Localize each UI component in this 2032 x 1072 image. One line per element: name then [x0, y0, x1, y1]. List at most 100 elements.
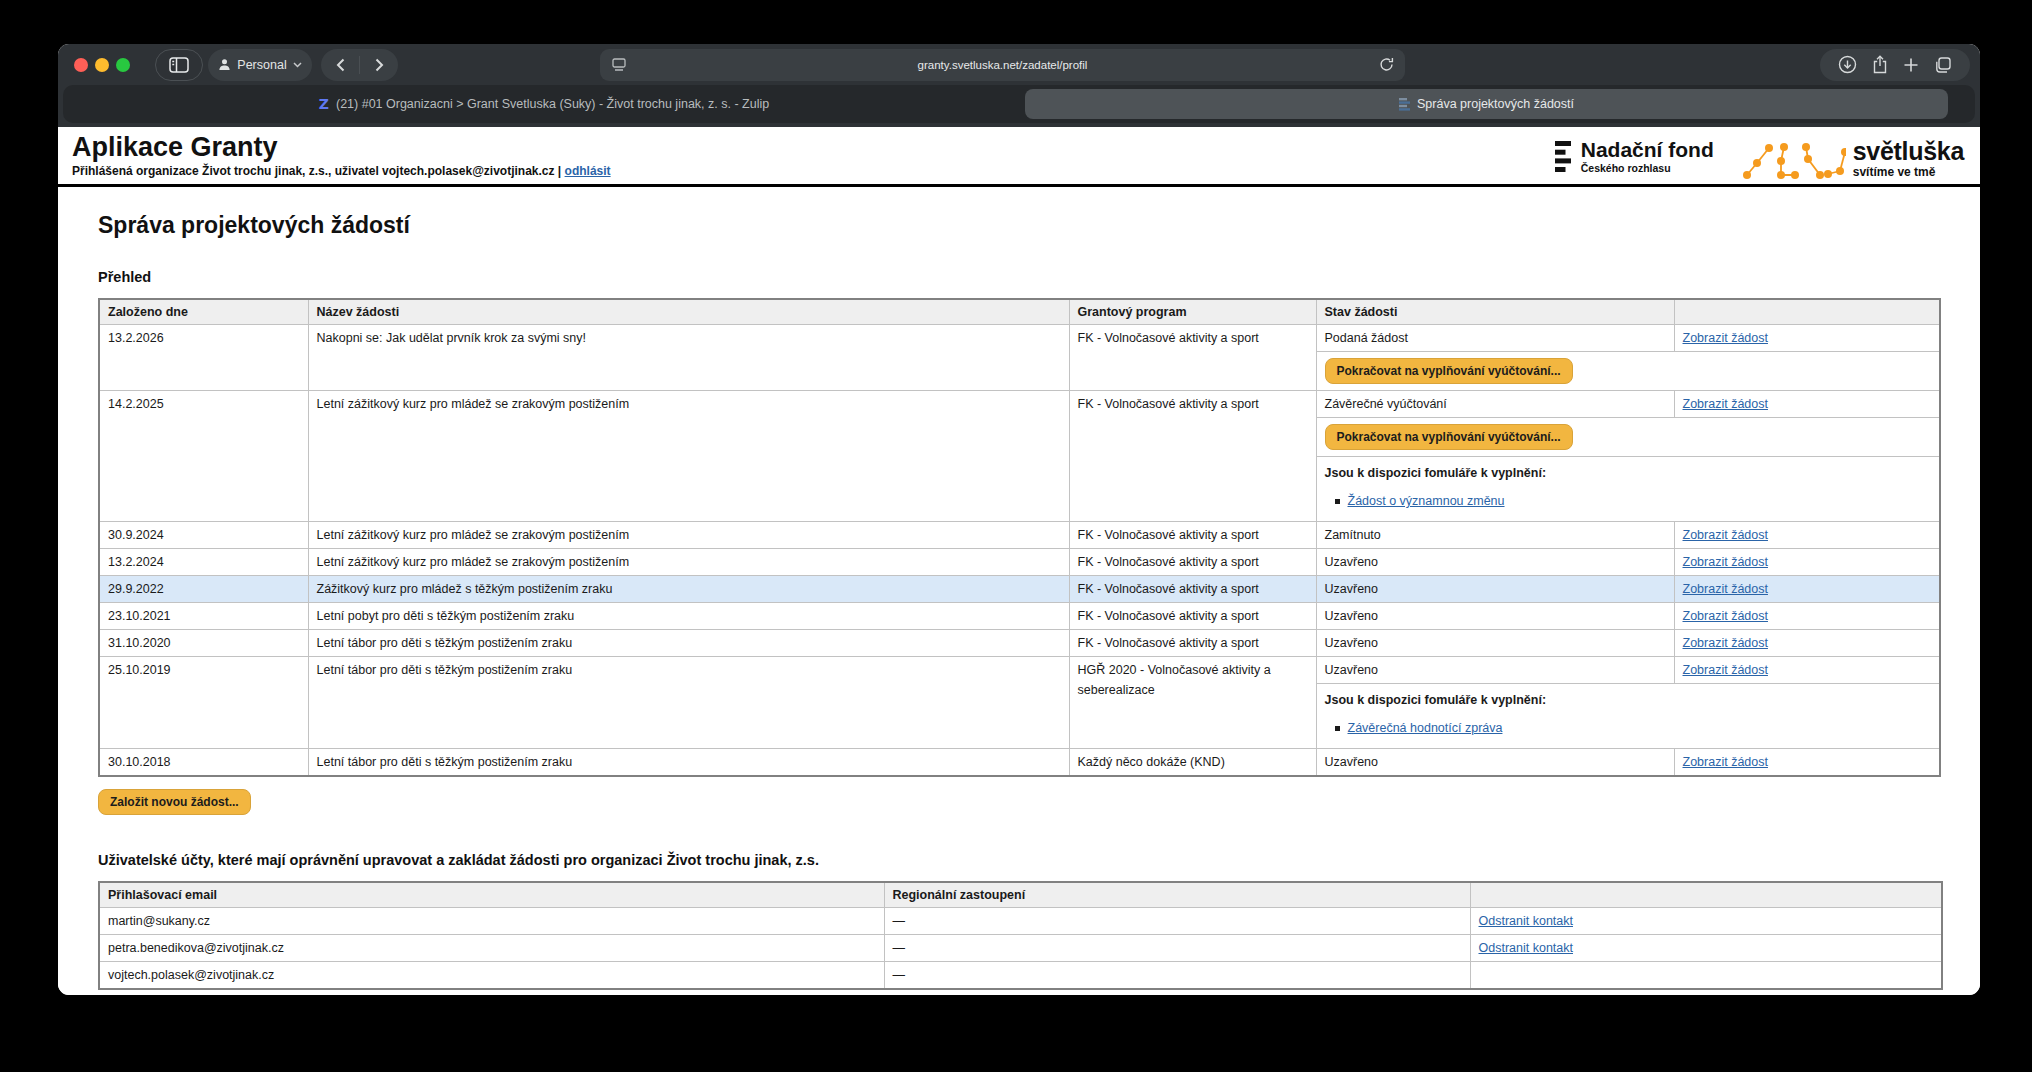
profile-label: Personal — [237, 58, 286, 72]
logout-link[interactable]: odhlásit — [565, 164, 611, 178]
cell-grant-program: HGŘ 2020 - Volnočasové aktivity a sebere… — [1069, 657, 1316, 749]
cell-request-name: Letní tábor pro děti s těžkým postižením… — [308, 657, 1069, 749]
view-request-link[interactable]: Zobrazit žádost — [1683, 582, 1768, 596]
overview-row: 13.2.2024 Letní zážitkový kurz pro mláde… — [99, 549, 1940, 576]
forward-button[interactable] — [360, 49, 398, 81]
cesky-rozhlas-icon — [1555, 141, 1573, 172]
browser-window: Personal granty.svetluska.net/zadatel/pr… — [58, 44, 1980, 995]
view-request-link[interactable]: Zobrazit žádost — [1683, 331, 1768, 345]
cell-request-name: Nakopni se: Jak udělat prvník krok za sv… — [308, 325, 1069, 391]
remove-contact-link[interactable]: Odstranit kontakt — [1479, 941, 1574, 955]
cell-user-email: vojtech.polasek@zivotjinak.cz — [99, 962, 884, 990]
tab-sprava-zadosti[interactable]: Správa projektových žádostí — [1025, 89, 1948, 119]
view-request-link[interactable]: Zobrazit žádost — [1683, 555, 1768, 569]
view-request-link[interactable]: Zobrazit žádost — [1683, 609, 1768, 623]
cell-request-name: Letní zážitkový kurz pro mládež se zrako… — [308, 391, 1069, 522]
tab-sprava-label: Správa projektových žádostí — [1417, 97, 1574, 111]
cell-actions: Zobrazit žádost — [1674, 576, 1940, 603]
cell-request-status: Závěrečné vyúčtování — [1316, 391, 1674, 418]
user-row: vojtech.polasek@zivotjinak.cz — — [99, 962, 1942, 990]
cell-actions: Zobrazit žádost — [1674, 391, 1940, 418]
cell-request-name: Letní pobyt pro děti s těžkým postižením… — [308, 603, 1069, 630]
window-controls — [74, 58, 130, 72]
cell-user-region: — — [884, 962, 1470, 990]
browser-chrome: Personal granty.svetluska.net/zadatel/pr… — [58, 44, 1980, 127]
address-bar[interactable]: granty.svetluska.net/zadatel/profil — [600, 49, 1405, 81]
cell-user-region: — — [884, 908, 1470, 935]
view-request-link[interactable]: Zobrazit žádost — [1683, 636, 1768, 650]
cell-request-status: Podaná žádost — [1316, 325, 1674, 352]
tab-zulip[interactable]: Z (21) #01 Organizacni > Grant Svetluska… — [63, 85, 1025, 123]
close-window-button[interactable] — [74, 58, 88, 72]
overview-table-header-row: Založeno dneNázev žádostiGrantový progra… — [99, 299, 1940, 325]
app-header: Aplikace Granty Přihlášená organizace Ži… — [58, 127, 1980, 187]
continue-filling-button[interactable]: Pokračovat na vyplňování vyúčtování... — [1325, 358, 1573, 384]
cell-grant-program: FK - Volnočasové aktivity a sport — [1069, 549, 1316, 576]
users-table-header-row: Přihlašovací emailRegionální zastoupení — [99, 882, 1942, 908]
available-form-item: Závěrečná hodnotící zpráva — [1325, 718, 1932, 738]
overview-section-label: Přehled — [98, 269, 1938, 285]
users-col-header: Regionální zastoupení — [884, 882, 1470, 908]
cell-created-date: 30.9.2024 — [99, 522, 308, 549]
remove-contact-link[interactable]: Odstranit kontakt — [1479, 914, 1574, 928]
forms-available-label: Jsou k dispozici fomuláře k vyplnění: — [1325, 463, 1932, 483]
cell-request-status: Uzavřeno — [1316, 657, 1674, 684]
url-text: granty.svetluska.net/zadatel/profil — [600, 59, 1405, 71]
new-tab-icon[interactable] — [1903, 57, 1919, 73]
svetluska-constellation-icon — [1742, 139, 1846, 183]
back-button[interactable] — [321, 49, 359, 81]
overview-row: 13.2.2026 Nakopni se: Jak udělat prvník … — [99, 325, 1940, 352]
overview-col-header: Stav žádosti — [1316, 299, 1674, 325]
cell-actions: Zobrazit žádost — [1674, 657, 1940, 684]
reload-icon[interactable] — [1379, 57, 1394, 72]
forms-available-label: Jsou k dispozici fomuláře k vyplnění: — [1325, 690, 1932, 710]
overview-row: 25.10.2019 Letní tábor pro děti s těžkým… — [99, 657, 1940, 684]
tab-strip: Z (21) #01 Organizacni > Grant Svetluska… — [58, 85, 1980, 127]
cell-created-date: 31.10.2020 — [99, 630, 308, 657]
cell-request-status: Uzavřeno — [1316, 749, 1674, 777]
tab-overview-icon[interactable] — [1934, 56, 1952, 74]
profile-menu-button[interactable]: Personal — [208, 49, 312, 81]
nadacni-fond-title: Nadační fond — [1581, 138, 1714, 161]
person-icon — [218, 58, 231, 71]
users-col-header: Přihlašovací email — [99, 882, 884, 908]
view-request-link[interactable]: Zobrazit žádost — [1683, 528, 1768, 542]
overview-row: 14.2.2025 Letní zážitkový kurz pro mláde… — [99, 391, 1940, 418]
page-content: Aplikace Granty Přihlášená organizace Ži… — [58, 127, 1980, 995]
create-new-request-button[interactable]: Založit novou žádost... — [98, 789, 251, 815]
user-row: martin@sukany.cz — Odstranit kontakt — [99, 908, 1942, 935]
bullet-square-icon — [1335, 499, 1340, 504]
cell-created-date: 13.2.2024 — [99, 549, 308, 576]
cell-actions: Zobrazit žádost — [1674, 749, 1940, 777]
cell-grant-program: FK - Volnočasové aktivity a sport — [1069, 576, 1316, 603]
tab-zulip-label: (21) #01 Organizacni > Grant Svetluska (… — [336, 97, 769, 111]
overview-row: 31.10.2020 Letní tábor pro děti s těžkým… — [99, 630, 1940, 657]
cell-request-name: Letní zážitkový kurz pro mládež se zrako… — [308, 522, 1069, 549]
svetluska-logo: světluška svítíme ve tmě — [1853, 138, 1964, 179]
bullet-square-icon — [1335, 726, 1340, 731]
login-info-text: Přihlášená organizace Život trochu jinak… — [72, 164, 561, 178]
available-form-link[interactable]: Závěrečná hodnotící zpráva — [1348, 718, 1503, 738]
view-request-link[interactable]: Zobrazit žádost — [1683, 755, 1768, 769]
view-request-link[interactable]: Zobrazit žádost — [1683, 397, 1768, 411]
overview-row: 30.10.2018 Letní tábor pro děti s těžkým… — [99, 749, 1940, 777]
cell-created-date: 23.10.2021 — [99, 603, 308, 630]
continue-filling-button[interactable]: Pokračovat na vyplňování vyúčtování... — [1325, 424, 1573, 450]
minimize-window-button[interactable] — [95, 58, 109, 72]
cell-created-date: 25.10.2019 — [99, 657, 308, 749]
site-favicon — [1399, 98, 1410, 111]
sidebar-icon — [169, 57, 189, 73]
sidebar-toggle-button[interactable] — [155, 49, 203, 81]
continue-button-cell: Pokračovat na vyplňování vyúčtování... — [1316, 418, 1940, 457]
zoom-window-button[interactable] — [116, 58, 130, 72]
user-row: petra.benedikova@zivotjinak.cz — Odstran… — [99, 935, 1942, 962]
available-form-link[interactable]: Žádost o významnou změnu — [1348, 491, 1505, 511]
cell-user-actions — [1470, 962, 1942, 990]
cell-grant-program: FK - Volnočasové aktivity a sport — [1069, 630, 1316, 657]
view-request-link[interactable]: Zobrazit žádost — [1683, 663, 1768, 677]
downloads-icon[interactable] — [1838, 55, 1857, 74]
cell-user-email: martin@sukany.cz — [99, 908, 884, 935]
share-icon[interactable] — [1872, 55, 1888, 74]
overview-row: 23.10.2021 Letní pobyt pro děti s těžkým… — [99, 603, 1940, 630]
back-icon — [336, 58, 345, 72]
